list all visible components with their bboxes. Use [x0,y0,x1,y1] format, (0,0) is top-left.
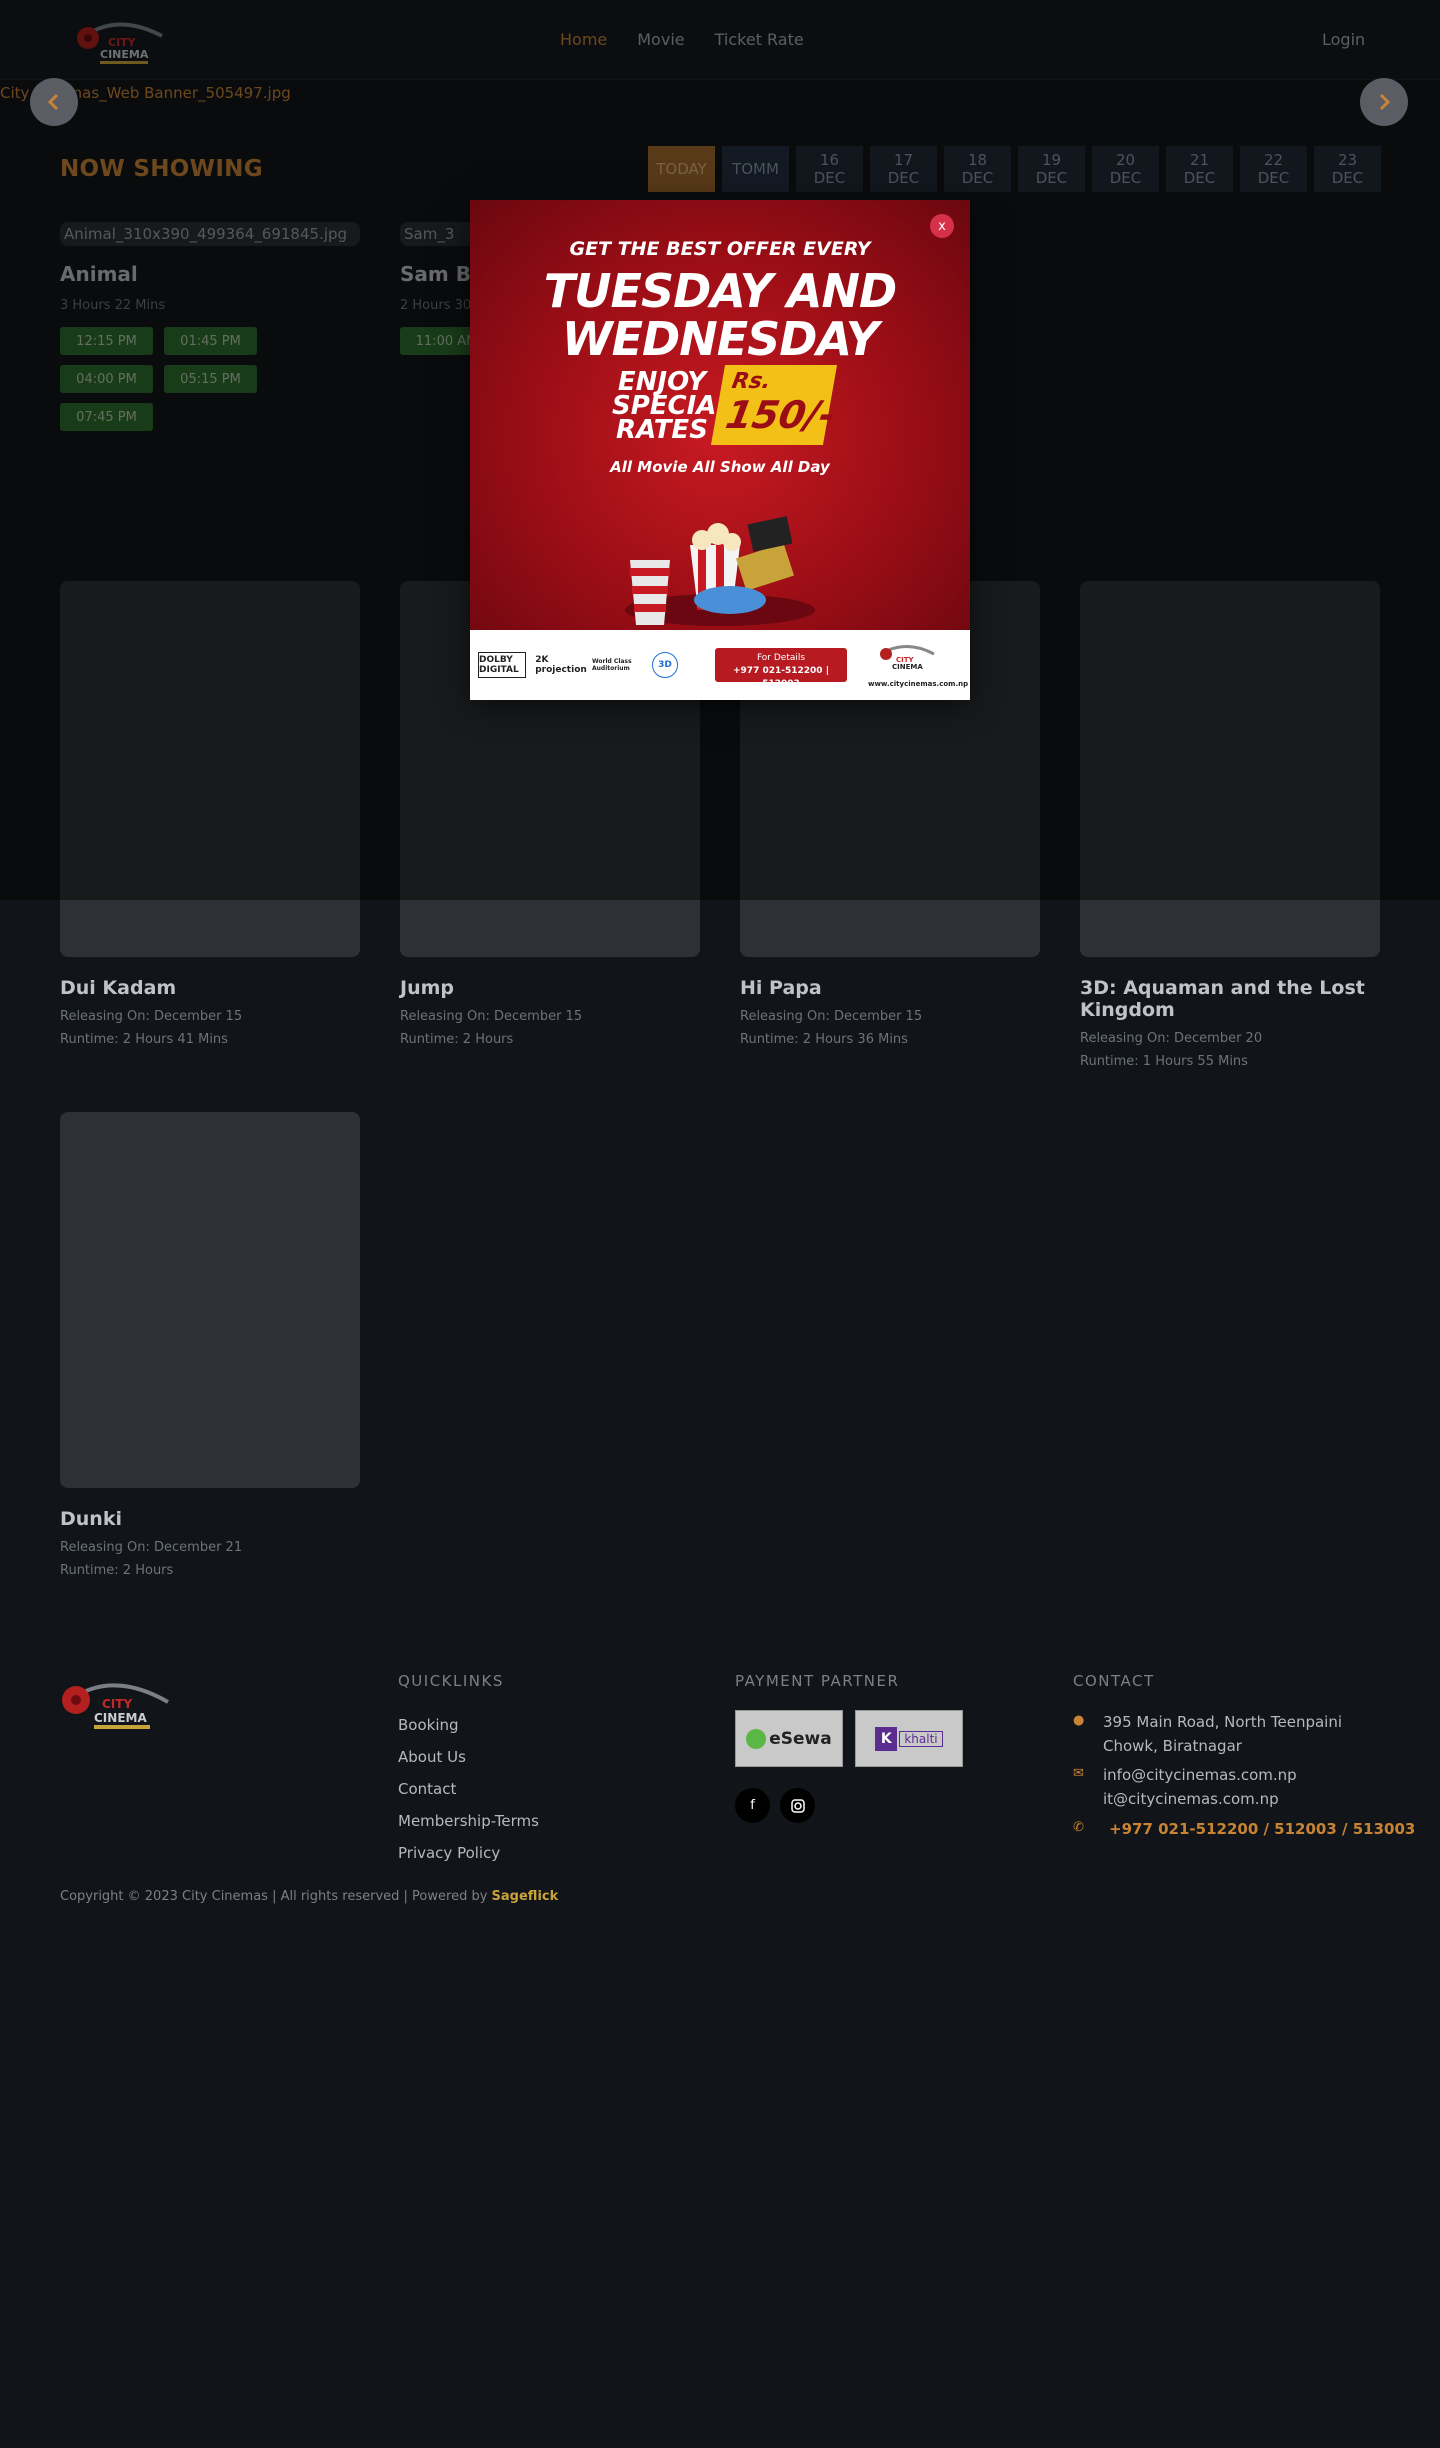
copyright-text: Copyright © 2023 City Cinemas | All righ… [60,1889,488,1904]
footer-link-booking[interactable]: Booking [398,1716,539,1735]
quicklinks-list: Booking About Us Contact Membership-Term… [398,1716,539,1876]
map-marker-icon: ● [1073,1713,1085,1728]
payment-heading: PAYMENT PARTNER [735,1672,900,1690]
upcoming-title[interactable]: Dui Kadam [60,977,360,999]
email-link[interactable]: info@citycinemas.com.np [1103,1763,1297,1787]
khalti-icon: K [875,1726,898,1751]
city-cinema-logo-small: CITY CINEMA [880,645,935,670]
instagram-icon[interactable] [780,1788,815,1823]
contact-phone: ✆ +977 021-512200 / 512003 / 513003 [1073,1817,1415,1841]
esewa-icon [746,1728,767,1749]
esewa-label: eSewa [769,1728,832,1749]
price-value: 150/- [722,393,840,437]
offer-headline: GET THE BEST OFFER EVERY [569,238,871,260]
upcoming-poster [60,1112,360,1488]
svg-text:CITY: CITY [102,1697,132,1711]
powered-by-link[interactable]: Sageflick [492,1889,559,1904]
runtime: Runtime: 1 Hours 55 Mins [1080,1054,1248,1069]
footer-link-privacy[interactable]: Privacy Policy [398,1844,539,1863]
contact-heading: CONTACT [1073,1672,1155,1690]
upcoming-title[interactable]: Hi Papa [740,977,1040,999]
email-link[interactable]: it@citycinemas.com.np [1103,1787,1297,1811]
3d-logo: 3D [652,652,678,678]
auditorium-logo: World Class Auditorium [592,658,632,672]
upcoming-title[interactable]: Jump [400,977,700,999]
svg-text:CINEMA: CINEMA [94,1711,147,1725]
popcorn-illustration [625,516,815,626]
runtime: Runtime: 2 Hours 36 Mins [740,1032,908,1047]
release-date: Releasing On: December 15 [60,1009,243,1024]
svg-text:CINEMA: CINEMA [892,663,923,670]
2k-logo: 2K projection [535,655,587,675]
offer-popup: GET THE BEST OFFER EVERY TUESDAY AND WED… [470,200,970,700]
footer-link-contact[interactable]: Contact [398,1780,539,1799]
popup-close-button[interactable]: x [930,214,954,238]
esewa-logo[interactable]: eSewa [735,1710,843,1767]
release-date: Releasing On: December 15 [740,1009,923,1024]
runtime: Runtime: 2 Hours [60,1563,174,1578]
dolby-logo: DOLBY DIGITAL [478,652,526,678]
email-list: info@citycinemas.com.np it@citycinemas.c… [1103,1763,1297,1811]
phone-text[interactable]: +977 021-512200 / 512003 / 513003 [1103,1817,1415,1841]
upcoming-card-dunki[interactable]: Dunki Releasing On: December 21 Runtime:… [60,1112,360,1578]
details-label: For Details [756,653,806,663]
chevron-left-icon [47,93,59,111]
upcoming-title[interactable]: 3D: Aquaman and the Lost Kingdom [1080,977,1380,1021]
release-date: Releasing On: December 20 [1080,1031,1263,1046]
offer-tagline: All Movie All Show All Day [610,458,830,476]
offer-price-tag: Rs. 150/- [710,365,840,445]
contact-email: ✉ info@citycinemas.com.np it@citycinemas… [1073,1763,1297,1811]
banner-prev-button[interactable] [30,78,78,126]
footer-link-about[interactable]: About Us [398,1748,539,1767]
release-date: Releasing On: December 21 [60,1540,243,1555]
release-date: Releasing On: December 15 [400,1009,583,1024]
facebook-icon[interactable]: f [735,1788,770,1823]
price-currency: Rs. [729,369,773,394]
khalti-logo[interactable]: K khalti [855,1710,963,1767]
offer-enjoy-text: ENJOY SPECIAL RATES [612,367,733,445]
footer-link-membership[interactable]: Membership-Terms [398,1812,539,1831]
offer-days-line2: WEDNESDAY [561,312,879,366]
offer-poster: GET THE BEST OFFER EVERY TUESDAY AND WED… [470,200,970,630]
offer-days-line1: TUESDAY AND [543,264,897,318]
offer-footer: DOLBY DIGITAL 2K projection World Class … [470,630,970,700]
offer-details-box: For Details +977 021-512200 | 512003 [715,648,847,689]
phone-icon: ✆ [1073,1820,1084,1835]
khalti-label: khalti [899,1730,943,1747]
runtime: Runtime: 2 Hours 41 Mins [60,1032,228,1047]
contact-address: ● 395 Main Road, North Teenpaini Chowk, … [1073,1710,1383,1758]
chevron-right-icon [1379,93,1391,111]
quicklinks-heading: QUICKLINKS [398,1672,504,1690]
runtime: Runtime: 2 Hours [400,1032,514,1047]
address-text: 395 Main Road, North Teenpaini Chowk, Bi… [1103,1713,1343,1755]
footer-logo[interactable]: CITY CINEMA [60,1672,172,1732]
upcoming-title[interactable]: Dunki [60,1508,360,1530]
details-phone: +977 021-512200 | 512003 [733,666,829,689]
banner-next-button[interactable] [1360,78,1408,126]
envelope-icon: ✉ [1073,1766,1084,1781]
website-text: www.citycinemas.com.np [868,680,969,688]
copyright: Copyright © 2023 City Cinemas | All righ… [60,1889,558,1904]
